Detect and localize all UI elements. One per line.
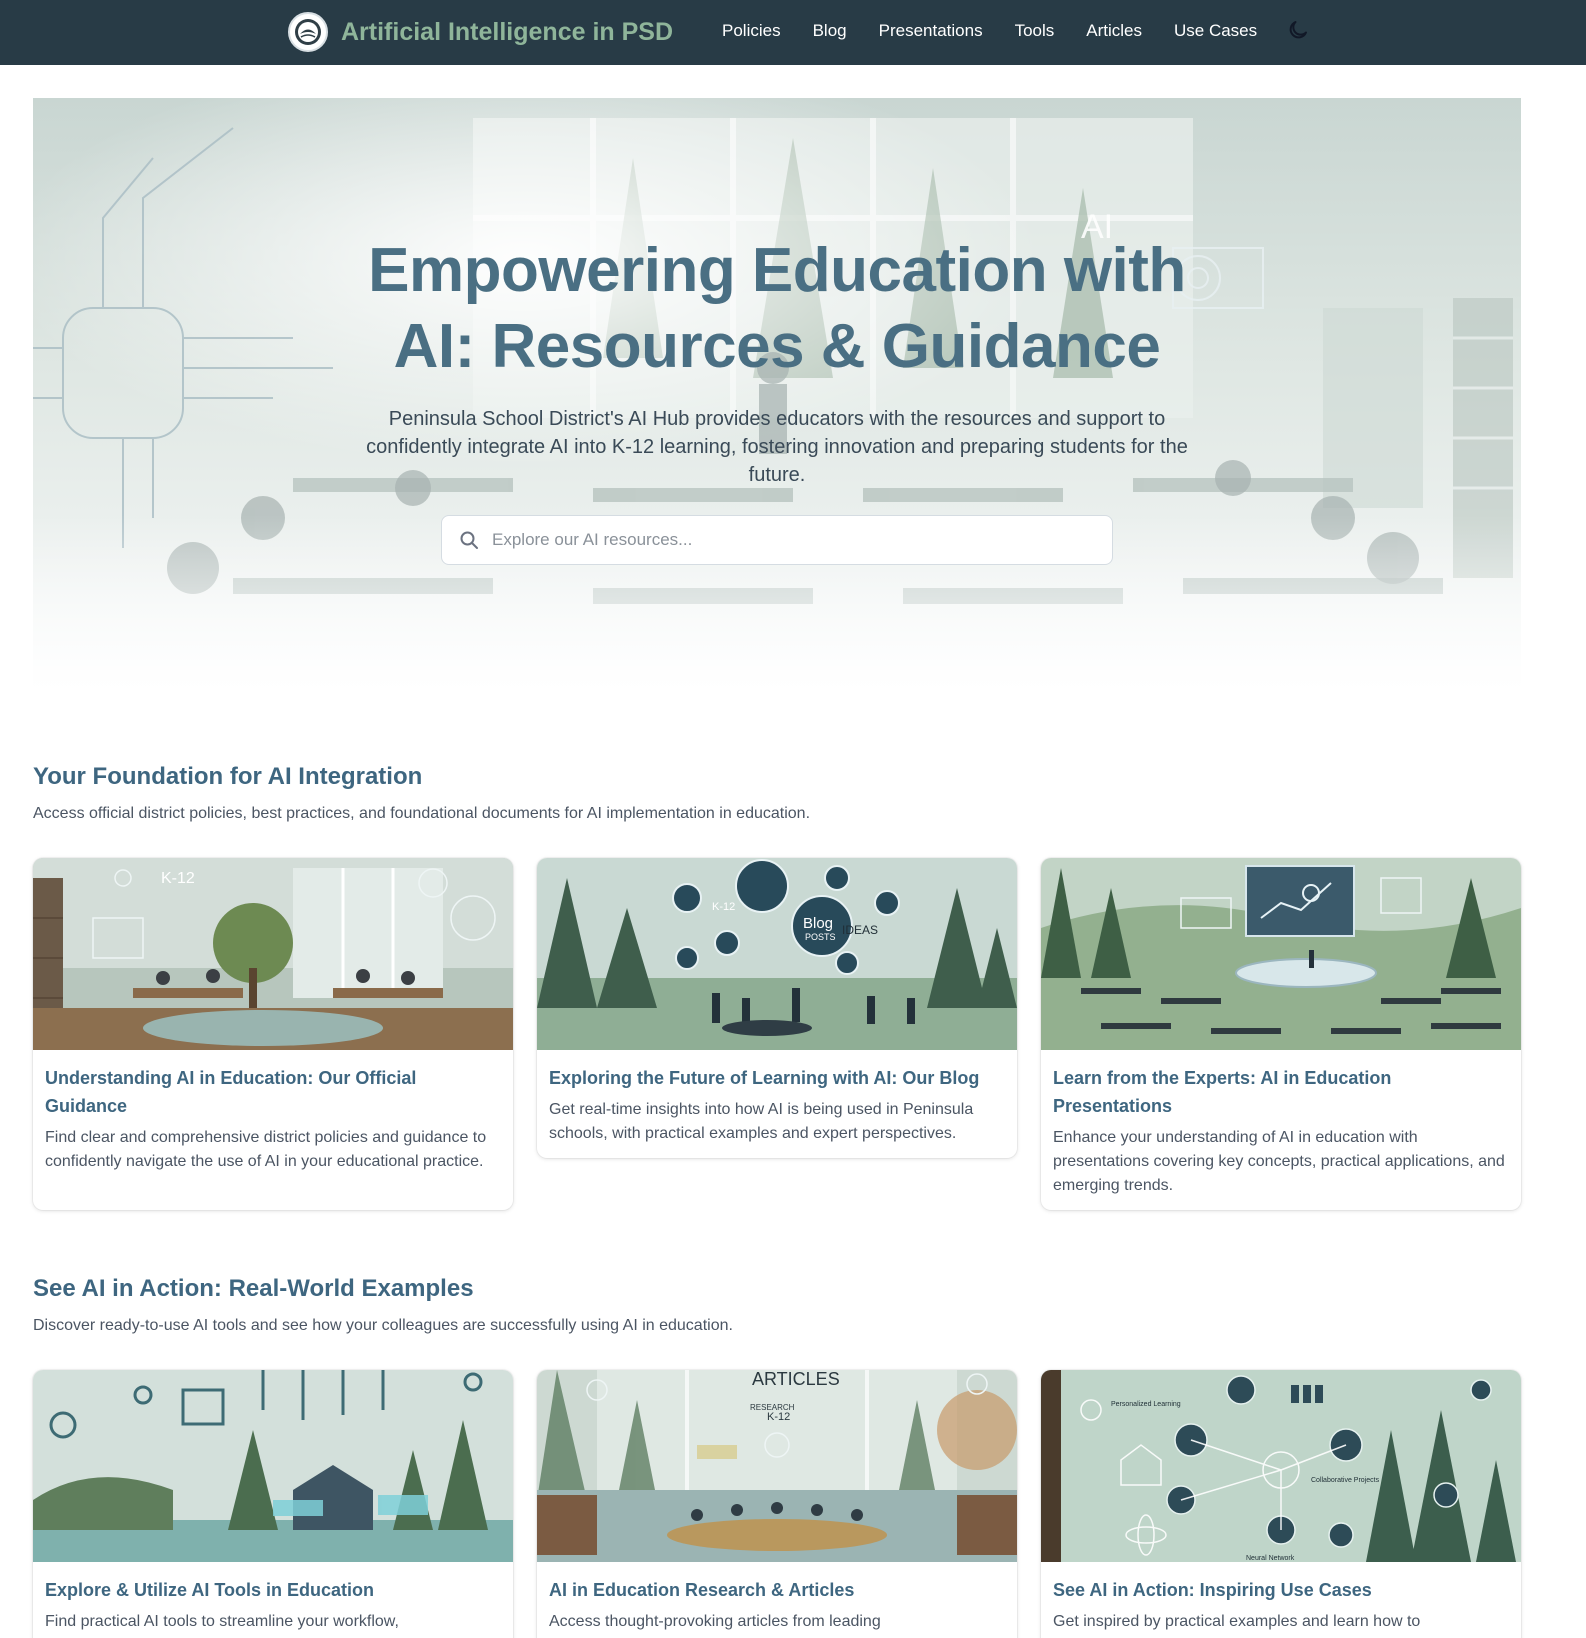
card-tools-text: Find practical AI tools to streamline yo…	[45, 1613, 399, 1630]
top-navbar: Artificial Intelligence in PSD Policies …	[0, 0, 1586, 65]
nav-link-use-cases[interactable]: Use Cases	[1174, 21, 1257, 41]
card-blog[interactable]: K-12 Blog POSTS IDEAS Exploring the Futu…	[537, 858, 1017, 1158]
card-guidance-image-text: K-12	[161, 870, 195, 887]
card-articles-text: Access thought-provoking articles from l…	[549, 1613, 881, 1630]
card-articles[interactable]: ARTICLES RESEARCH K-12 AI in Education R…	[537, 1370, 1017, 1638]
card-blog-title: Exploring the Future of Learning with AI…	[549, 1068, 980, 1088]
card-use-cases[interactable]: Personalized Learning Collaborative Proj…	[1041, 1370, 1521, 1638]
search-icon	[460, 531, 478, 549]
card-presentations-title: Learn from the Experts: AI in Education …	[1053, 1068, 1392, 1116]
card-articles-title: AI in Education Research & Articles	[549, 1580, 855, 1600]
card-use-cases-image-collaborative: Collaborative Projects	[1311, 1477, 1380, 1484]
search-bar	[441, 515, 1113, 565]
nav-link-tools[interactable]: Tools	[1015, 21, 1055, 41]
nav-link-blog[interactable]: Blog	[813, 21, 847, 41]
search-input[interactable]	[492, 530, 1092, 550]
hero-title: Empowering Education with AI: Resources …	[33, 233, 1521, 385]
hero-title-line-2: AI: Resources & Guidance	[393, 312, 1161, 381]
hero-section: AI Empowering Education with AI: Resourc…	[33, 98, 1521, 693]
foundation-section-description: Access official district policies, best …	[33, 805, 811, 822]
brand[interactable]: Artificial Intelligence in PSD	[288, 9, 673, 55]
card-presentations-text: Enhance your understanding of AI in educ…	[1053, 1129, 1505, 1194]
card-tools-title: Explore & Utilize AI Tools in Education	[45, 1580, 375, 1600]
card-use-cases-image-personalized: Personalized Learning	[1111, 1401, 1181, 1408]
card-presentations[interactable]: Learn from the Experts: AI in Education …	[1041, 858, 1521, 1210]
card-use-cases-image: Personalized Learning Collaborative Proj…	[1041, 1370, 1521, 1562]
card-use-cases-image-neural: Neural Network	[1246, 1555, 1295, 1562]
card-blog-image-blog: Blog	[803, 915, 833, 932]
card-articles-image-k12: K-12	[767, 1411, 790, 1423]
card-blog-image-posts: POSTS	[805, 932, 836, 942]
hero-title-line-1: Empowering Education with	[368, 236, 1186, 305]
card-presentations-image	[1041, 858, 1521, 1050]
card-articles-image-articles: ARTICLES	[752, 1370, 840, 1389]
card-tools-image	[33, 1370, 513, 1562]
card-guidance[interactable]: K-12 Understanding AI in Education: Our …	[33, 858, 513, 1210]
nav-link-policies[interactable]: Policies	[722, 21, 781, 41]
site-title: Artificial Intelligence in PSD	[341, 17, 674, 46]
main-nav: Policies Blog Presentations Tools Articl…	[722, 18, 1289, 44]
hero-subtitle: Peninsula School District's AI Hub provi…	[366, 408, 1188, 486]
card-articles-image: ARTICLES RESEARCH K-12	[537, 1370, 1017, 1562]
foundation-section-title: Your Foundation for AI Integration	[33, 763, 423, 790]
card-guidance-title: Understanding AI in Education: Our Offic…	[45, 1068, 417, 1116]
moon-icon[interactable]	[1286, 18, 1310, 42]
card-blog-image-ideas: IDEAS	[842, 923, 878, 937]
card-use-cases-title: See AI in Action: Inspiring Use Cases	[1053, 1580, 1372, 1600]
card-blog-image-k12: K-12	[712, 901, 735, 913]
hero-background-image: AI	[33, 98, 1521, 693]
card-blog-image: K-12 Blog POSTS IDEAS	[537, 858, 1017, 1050]
action-section-description: Discover ready-to-use AI tools and see h…	[33, 1317, 733, 1334]
action-section-title: See AI in Action: Real-World Examples	[33, 1275, 474, 1302]
card-tools[interactable]: Explore & Utilize AI Tools in Education …	[33, 1370, 513, 1638]
nav-link-presentations[interactable]: Presentations	[879, 21, 983, 41]
card-blog-text: Get real-time insights into how AI is be…	[549, 1101, 974, 1142]
nav-link-articles[interactable]: Articles	[1086, 21, 1142, 41]
card-guidance-text: Find clear and comprehensive district po…	[45, 1129, 487, 1170]
district-logo	[288, 12, 328, 52]
card-guidance-image: K-12	[33, 858, 513, 1050]
card-use-cases-text: Get inspired by practical examples and l…	[1053, 1613, 1421, 1630]
